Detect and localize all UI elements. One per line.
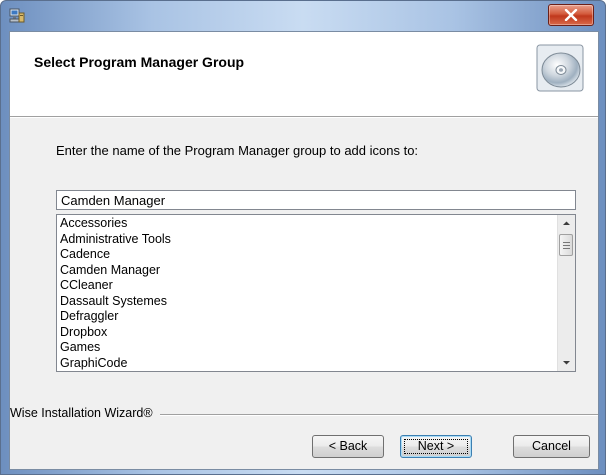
group-name-input[interactable]	[56, 190, 576, 210]
list-item[interactable]: Defraggler	[59, 309, 553, 325]
list-item[interactable]: Administrative Tools	[59, 232, 553, 248]
grip-line	[563, 245, 570, 246]
cd-disc-icon	[536, 44, 584, 92]
list-item[interactable]: GraphiCode	[59, 356, 553, 372]
list-item[interactable]: CCleaner	[59, 278, 553, 294]
cancel-button[interactable]: Cancel	[513, 435, 590, 458]
scroll-up-button[interactable]	[558, 215, 575, 232]
list-item[interactable]: Cadence	[59, 247, 553, 263]
page-title: Select Program Manager Group	[34, 54, 245, 70]
title-bar[interactable]	[1, 1, 605, 31]
grip-line	[563, 242, 570, 243]
groups-listbox[interactable]: Accessories Administrative Tools Cadence…	[56, 214, 576, 372]
back-button[interactable]: < Back	[312, 435, 384, 458]
focus-rectangle	[404, 439, 468, 454]
groups-list: Accessories Administrative Tools Cadence…	[59, 216, 553, 371]
scroll-down-button[interactable]	[558, 354, 575, 371]
list-item[interactable]: Dropbox	[59, 325, 553, 341]
arrow-up-icon	[563, 221, 570, 225]
scroll-thumb[interactable]	[559, 234, 573, 256]
list-item[interactable]: Camden Manager	[59, 263, 553, 279]
instruction-text: Enter the name of the Program Manager gr…	[56, 143, 419, 158]
list-item[interactable]: Games	[59, 340, 553, 356]
close-button[interactable]	[548, 4, 594, 26]
wizard-client-area: Select Program Manager Group Enter the n…	[9, 31, 599, 470]
installer-window: Select Program Manager Group Enter the n…	[0, 0, 606, 475]
arrow-down-icon	[563, 361, 570, 365]
brand-label: Wise Installation Wizard®	[10, 406, 156, 420]
close-icon	[564, 9, 578, 21]
list-scrollbar[interactable]	[557, 215, 575, 371]
next-button[interactable]: Next >	[400, 435, 472, 458]
header-divider	[10, 117, 598, 118]
list-item[interactable]: Accessories	[59, 216, 553, 232]
wizard-header: Select Program Manager Group	[10, 32, 598, 117]
list-item[interactable]: Dassault Systemes	[59, 294, 553, 310]
grip-line	[563, 248, 570, 249]
setup-computer-icon	[9, 8, 25, 24]
